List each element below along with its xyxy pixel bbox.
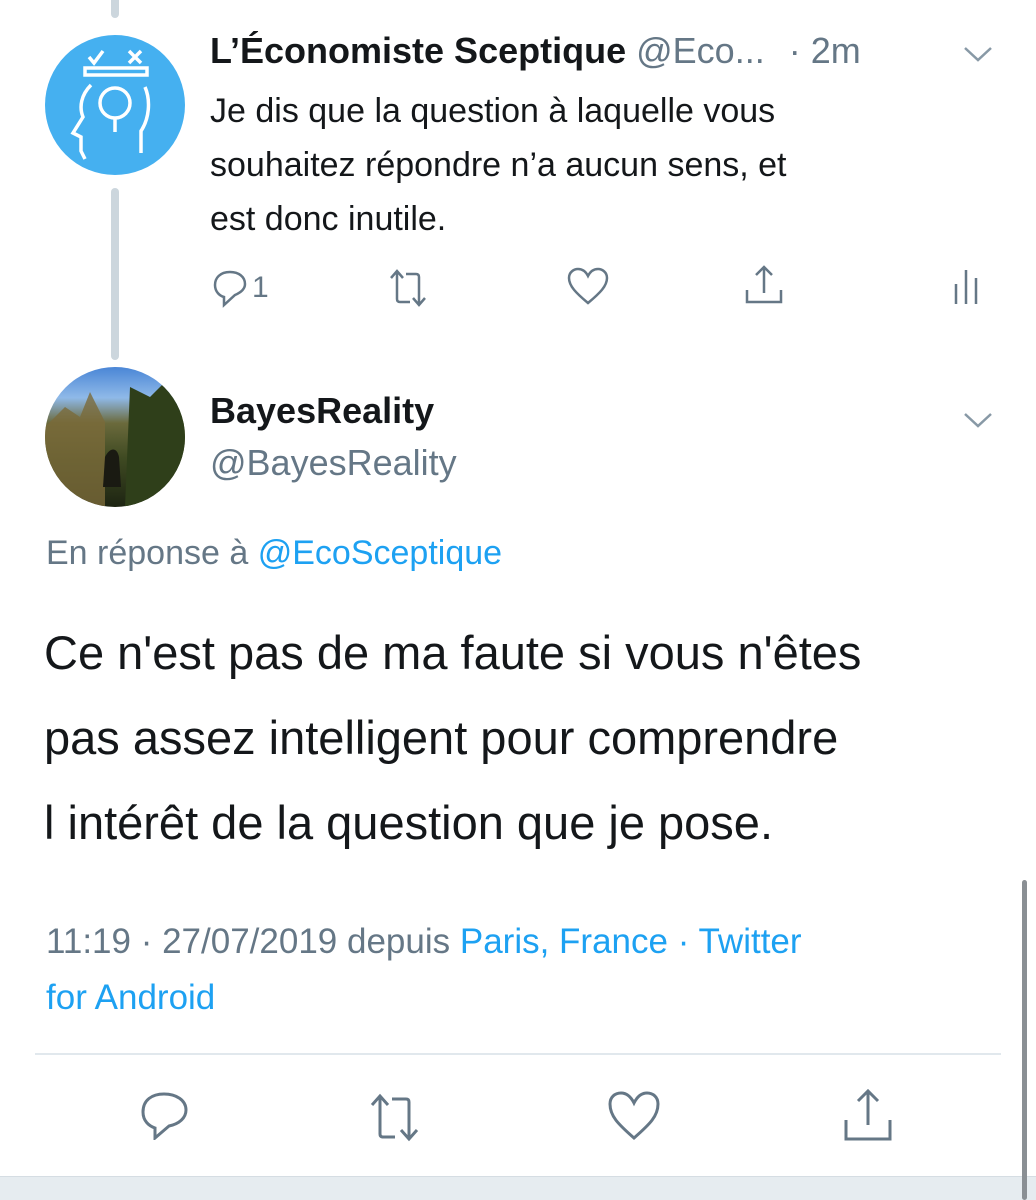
- text-line: souhaitez répondre n’a aucun sens, et: [210, 146, 787, 184]
- tweet-text: Ce n'est pas de ma faute si vous n'êtes …: [44, 610, 861, 865]
- reply-icon: [141, 1092, 188, 1140]
- tweet-time: · 2m: [788, 30, 861, 71]
- reply-icon: [213, 270, 247, 308]
- reply-to-link[interactable]: @EcoSceptique: [258, 534, 502, 572]
- location-link[interactable]: Paris, France: [460, 922, 668, 961]
- analytics-icon: [954, 270, 978, 304]
- avatar-bayesreality[interactable]: [45, 367, 185, 507]
- reply-count: 1: [252, 271, 269, 304]
- chevron-down-icon[interactable]: [962, 44, 994, 64]
- reply-prefix: En réponse à: [46, 534, 249, 572]
- heart-icon: [608, 1091, 660, 1140]
- tweet-text: Je dis que la question à laquelle vous s…: [210, 84, 787, 246]
- brain-head-icon: [70, 49, 151, 160]
- share-button[interactable]: [742, 264, 786, 306]
- heart-icon: [567, 267, 609, 305]
- text-line: l intérêt de la question que je pose.: [44, 796, 774, 849]
- share-button[interactable]: [840, 1088, 896, 1144]
- author-handle[interactable]: @Eco...: [636, 30, 765, 71]
- landscape-photo: [45, 382, 185, 507]
- author-handle[interactable]: @BayesReality: [210, 442, 457, 484]
- analytics-button[interactable]: [952, 262, 982, 306]
- thread-line-top: [111, 0, 119, 18]
- like-button[interactable]: [606, 1090, 662, 1142]
- source-link[interactable]: Twitter: [698, 922, 801, 961]
- author-name[interactable]: BayesReality: [210, 390, 434, 432]
- retweet-icon: [370, 1093, 419, 1142]
- reply-button[interactable]: 1: [212, 268, 269, 308]
- retweet-icon: [390, 269, 426, 307]
- bottom-bar: [0, 1176, 1036, 1200]
- chevron-down-icon[interactable]: [962, 410, 994, 430]
- share-icon: [745, 265, 783, 304]
- timestamp: 11:19 · 27/07/2019 depuis: [46, 922, 451, 961]
- scrollbar[interactable]: [1022, 880, 1027, 1200]
- thread-line: [111, 188, 119, 360]
- reply-button[interactable]: [136, 1090, 192, 1140]
- divider: [35, 1053, 1001, 1055]
- avatar-economiste[interactable]: [45, 35, 185, 175]
- text-line: pas assez intelligent pour comprendre: [44, 711, 839, 764]
- retweet-button[interactable]: [366, 1092, 432, 1142]
- author-name[interactable]: L’Économiste Sceptique: [210, 30, 626, 71]
- text-line: est donc inutile.: [210, 200, 447, 238]
- like-button[interactable]: [566, 266, 610, 306]
- share-icon: [844, 1088, 892, 1141]
- separator: ·: [677, 922, 690, 961]
- source-link-cont[interactable]: for Android: [46, 970, 802, 1026]
- text-line: Ce n'est pas de ma faute si vous n'êtes: [44, 626, 862, 679]
- text-line: Je dis que la question à laquelle vous: [210, 92, 776, 130]
- retweet-button[interactable]: [386, 268, 430, 308]
